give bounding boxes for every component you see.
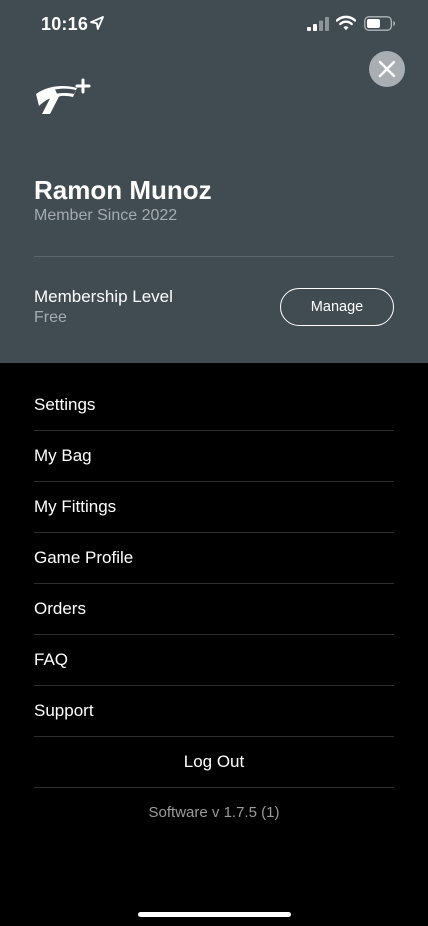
software-version-text: Software v 1.7.5 (1)	[148, 804, 280, 821]
menu-item-my-bag[interactable]: My Bag	[34, 431, 394, 482]
membership-level-value: Free	[34, 309, 67, 326]
logout-button[interactable]: Log Out	[34, 737, 394, 788]
cellular-signal-icon	[307, 17, 329, 31]
membership-level-label: Membership Level	[34, 287, 173, 306]
home-indicator[interactable]	[138, 912, 291, 917]
location-arrow-icon	[90, 16, 104, 30]
profile-header: 10:16 Ramon Munoz Member Since 2022 Memb…	[0, 0, 428, 363]
menu-item-faq[interactable]: FAQ	[34, 635, 394, 686]
header-divider	[34, 256, 394, 257]
manage-membership-button[interactable]: Manage	[280, 288, 394, 326]
member-since-text: Member Since 2022	[34, 207, 178, 224]
user-name: Ramon Munoz	[34, 175, 212, 205]
menu-item-support[interactable]: Support	[34, 686, 394, 737]
close-button[interactable]	[369, 51, 405, 87]
menu-item-game-profile[interactable]: Game Profile	[34, 533, 394, 584]
taylormade-plus-logo	[36, 78, 91, 114]
profile-menu-screen: 10:16 Ramon Munoz Member Since 2022 Memb…	[0, 0, 428, 926]
wifi-icon	[336, 15, 356, 31]
profile-menu-list: Settings My Bag My Fittings Game Profile…	[34, 380, 394, 788]
menu-item-settings[interactable]: Settings	[34, 380, 394, 431]
close-icon	[378, 60, 396, 78]
menu-item-orders[interactable]: Orders	[34, 584, 394, 635]
menu-item-my-fittings[interactable]: My Fittings	[34, 482, 394, 533]
battery-icon	[364, 16, 395, 31]
status-bar: 10:16	[0, 0, 428, 50]
status-time: 10:16	[41, 14, 89, 34]
